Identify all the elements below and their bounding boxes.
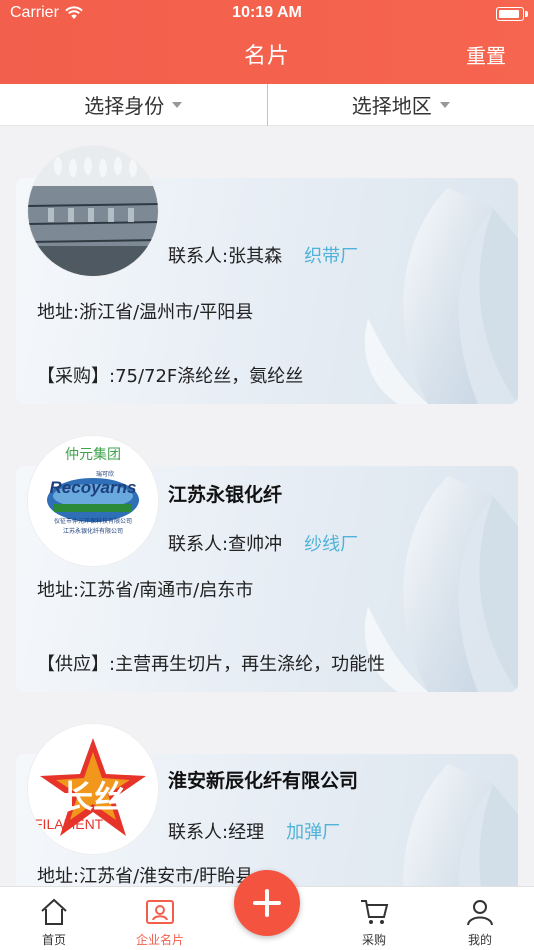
caret-down-icon xyxy=(172,101,183,108)
caret-down-icon xyxy=(439,101,450,108)
cart-icon xyxy=(361,900,389,924)
identity-filter[interactable]: 选择身份 xyxy=(0,84,267,125)
reset-button[interactable]: 重置 xyxy=(466,40,506,69)
logo-brand-small: 瑞可欣 xyxy=(96,471,115,478)
company-logo: 长丝 FILAMENT xyxy=(28,724,158,854)
logo-english-text: FILAMENT xyxy=(34,816,104,832)
address-text: 地址:江苏省/南通市/启东市 xyxy=(37,580,254,601)
tab-mine-label: 我的 xyxy=(467,933,492,947)
filter-bar: 选择身份 选择地区 xyxy=(0,84,534,126)
identity-filter-label: 选择身份 xyxy=(84,94,165,118)
contact-name: 联系人:经理 加弹厂 xyxy=(168,822,341,843)
card-list: 联系人:张其森 织带厂 地址:浙江省/温州市/平阳县 【采购】:75/72F涤纶丝… xyxy=(0,126,534,886)
logo-chinese-text: 长丝 xyxy=(60,778,125,816)
logo-company-line-2: 江苏永银化纤有限公司 xyxy=(62,528,123,535)
battery-icon xyxy=(496,7,528,21)
region-filter-label: 选择地区 xyxy=(351,94,432,118)
tab-home-label: 首页 xyxy=(41,933,66,947)
logo-group-name: 仲元集团 xyxy=(65,447,121,463)
contact-name: 联系人:张其森 织带厂 xyxy=(168,246,359,267)
factory-type-tag: 加弹厂 xyxy=(286,822,341,843)
company-logo: 仲元集团 瑞可欣 Recoyarns 仪征市仲元环保科技有限公司 江苏永银化纤有… xyxy=(28,436,158,566)
company-name: 江苏永银化纤 xyxy=(168,484,283,506)
region-filter[interactable]: 选择地区 xyxy=(268,84,534,125)
status-time: 10:19 AM xyxy=(232,4,302,21)
tab-business-card[interactable]: 企业名片 xyxy=(120,887,200,950)
logo-brand: Recoyarns xyxy=(49,478,137,497)
tab-mine[interactable]: 我的 xyxy=(440,887,520,950)
company-name: 淮安新辰化纤有限公司 xyxy=(168,770,359,792)
home-icon xyxy=(41,898,67,925)
address-text: 地址:浙江省/温州市/平阳县 xyxy=(37,302,254,323)
tab-purchase[interactable]: 采购 xyxy=(334,887,414,950)
factory-type-tag: 织带厂 xyxy=(304,246,359,267)
factory-type-tag: 纱线厂 xyxy=(304,534,359,555)
card-icon xyxy=(146,900,174,924)
page-title: 名片 xyxy=(243,44,290,69)
address-text: 地址:江苏省/淮安市/盱眙县 xyxy=(37,866,254,886)
tab-home[interactable]: 首页 xyxy=(14,887,94,950)
header: Carrier 10:19 AM 名片 重置 xyxy=(0,0,534,84)
logo-company-line-1: 仪征市仲元环保科技有限公司 xyxy=(53,518,132,525)
business-info: 【采购】:75/72F涤纶丝，氨纶丝 xyxy=(37,366,304,387)
tab-purchase-label: 采购 xyxy=(361,933,386,947)
business-info: 【供应】:主营再生切片，再生涤纶，功能性 xyxy=(37,654,386,675)
contact-name: 联系人:查帅冲 纱线厂 xyxy=(168,534,359,555)
decorative-petal-image xyxy=(364,188,518,404)
company-photo xyxy=(28,146,158,276)
user-icon xyxy=(467,900,493,926)
status-bar: Carrier 10:19 AM xyxy=(0,0,534,28)
add-button[interactable] xyxy=(234,870,300,936)
tab-business-card-label: 企业名片 xyxy=(135,933,184,947)
